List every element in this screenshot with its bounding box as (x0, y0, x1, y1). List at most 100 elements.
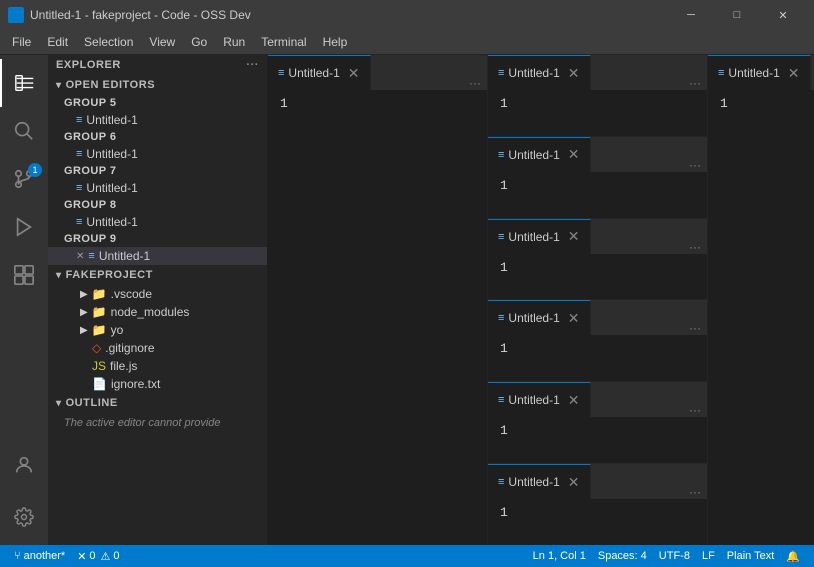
menu-edit[interactable]: Edit (39, 33, 76, 51)
tree-ignoretxt[interactable]: 📄 ignore.txt (48, 375, 267, 393)
vscode-arrow: ▶ (80, 289, 88, 300)
mini-content-1: 1 (488, 90, 707, 136)
menu-file[interactable]: File (4, 33, 39, 51)
source-control-badge: 1 (28, 163, 42, 177)
mini-tab-label-4: Untitled-1 (508, 311, 559, 325)
activity-run[interactable] (0, 203, 48, 251)
tree-gitignore[interactable]: ◇ .gitignore (48, 339, 267, 357)
menu-go[interactable]: Go (183, 33, 215, 51)
status-line-ending[interactable]: LF (696, 545, 721, 567)
mini-tab-actions-3[interactable]: ··· (689, 240, 707, 254)
mini-tab-close-1[interactable]: ✕ (568, 65, 580, 82)
activity-account[interactable] (0, 441, 48, 489)
menu-terminal[interactable]: Terminal (253, 33, 314, 51)
col1-tab-actions[interactable]: ··· (469, 76, 487, 90)
restore-button[interactable]: □ (714, 0, 760, 30)
group7-filename: Untitled-1 (86, 181, 137, 195)
group5-file[interactable]: ≡ Untitled-1 (48, 111, 267, 129)
mini-tab-close-4[interactable]: ✕ (568, 310, 580, 327)
col3-tab[interactable]: ≡ Untitled-1 ✕ (708, 55, 811, 90)
folder-icon-node-modules: 📁 (92, 305, 107, 319)
outline-header[interactable]: ▾ OUTLINE (48, 393, 267, 413)
explorer-title: EXPLORER (56, 59, 121, 71)
group9-file[interactable]: ✕ ≡ Untitled-1 (48, 247, 267, 265)
menu-view[interactable]: View (141, 33, 183, 51)
mini-tab-close-2[interactable]: ✕ (568, 146, 580, 163)
file-icon-g8: ≡ (76, 216, 82, 228)
tree-yo[interactable]: ▶ 📁 yo (48, 321, 267, 339)
mini-tab-4[interactable]: ≡ Untitled-1 ✕ (488, 300, 591, 335)
col1-tab-close[interactable]: ✕ (348, 65, 360, 82)
outline-empty-text: The active editor cannot provide (48, 413, 267, 433)
mini-content-4: 1 (488, 335, 707, 381)
project-arrow: ▾ (56, 270, 62, 281)
mini-tab-actions-6[interactable]: ··· (689, 485, 707, 499)
explorer-more-button[interactable]: ··· (246, 59, 259, 71)
status-spaces[interactable]: Spaces: 4 (592, 545, 653, 567)
warning-count: 0 (113, 550, 119, 562)
mini-tab-close-6[interactable]: ✕ (568, 474, 580, 491)
mini-tab-5[interactable]: ≡ Untitled-1 ✕ (488, 382, 591, 417)
activity-explorer[interactable] (0, 59, 48, 107)
mini-tab-icon-3: ≡ (498, 231, 504, 243)
error-count: 0 (89, 550, 95, 562)
mini-tab-2[interactable]: ≡ Untitled-1 ✕ (488, 137, 591, 172)
mini-editor-2: ≡ Untitled-1 ✕ ··· 1 (488, 137, 707, 219)
mini-tab-actions-1[interactable]: ··· (689, 76, 707, 90)
mini-tab-close-5[interactable]: ✕ (568, 392, 580, 409)
status-position[interactable]: Ln 1, Col 1 (527, 545, 592, 567)
activity-search[interactable] (0, 107, 48, 155)
activity-settings[interactable] (0, 493, 48, 541)
open-editors-header[interactable]: ▾ OPEN EDITORS (48, 75, 267, 95)
title-text: Untitled-1 - fakeproject - Code - OSS De… (30, 8, 668, 22)
title-bar: Untitled-1 - fakeproject - Code - OSS De… (0, 0, 814, 30)
group7-file[interactable]: ≡ Untitled-1 (48, 179, 267, 197)
group-7-label: GROUP 7 (48, 163, 267, 179)
close-icon-g9[interactable]: ✕ (76, 251, 84, 262)
group9-filename: Untitled-1 (99, 249, 150, 263)
app-icon (8, 7, 24, 23)
mini-tab-3[interactable]: ≡ Untitled-1 ✕ (488, 219, 591, 254)
git-branch-icon: ⑂ (14, 550, 21, 562)
mini-tab-actions-5[interactable]: ··· (689, 403, 707, 417)
explorer-header[interactable]: EXPLORER ··· (48, 55, 267, 75)
menu-run[interactable]: Run (215, 33, 253, 51)
col1-tab-label: Untitled-1 (288, 66, 339, 80)
mini-tab-actions-4[interactable]: ··· (689, 321, 707, 335)
group8-file[interactable]: ≡ Untitled-1 (48, 213, 267, 231)
activity-extensions[interactable] (0, 251, 48, 299)
minimize-button[interactable]: ─ (668, 0, 714, 30)
mini-tab-actions-2[interactable]: ··· (689, 158, 707, 172)
tree-filejs[interactable]: JS file.js (48, 357, 267, 375)
status-encoding[interactable]: UTF-8 (653, 545, 696, 567)
status-notification[interactable]: 🔔 (780, 545, 806, 567)
outline-arrow: ▾ (56, 398, 62, 409)
menu-help[interactable]: Help (315, 33, 356, 51)
gitignore-label: .gitignore (105, 341, 154, 355)
status-language[interactable]: Plain Text (721, 545, 781, 567)
mini-tab-1[interactable]: ≡ Untitled-1 ✕ (488, 55, 591, 90)
tree-node-modules[interactable]: ▶ 📁 node_modules (48, 303, 267, 321)
group-5-label: GROUP 5 (48, 95, 267, 111)
vscode-label: .vscode (111, 287, 152, 301)
status-errors[interactable]: ✕ 0 ⚠ 0 (71, 545, 125, 567)
mini-tab-bar-3: ≡ Untitled-1 ✕ ··· (488, 219, 707, 254)
status-branch[interactable]: ⑂ another* (8, 545, 71, 567)
activity-bar: 1 (0, 55, 48, 545)
mini-tab-6[interactable]: ≡ Untitled-1 ✕ (488, 464, 591, 499)
file-icon-ignoretxt: 📄 (92, 377, 107, 391)
menu-bar: File Edit Selection View Go Run Terminal… (0, 30, 814, 55)
group6-file[interactable]: ≡ Untitled-1 (48, 145, 267, 163)
col3-tab-bar: ≡ Untitled-1 ✕ ··· (708, 55, 814, 90)
col3-tab-close[interactable]: ✕ (788, 65, 800, 82)
project-header[interactable]: ▾ FAKEPROJECT (48, 265, 267, 285)
status-left: ⑂ another* ✕ 0 ⚠ 0 (8, 545, 126, 567)
mini-tab-label-1: Untitled-1 (508, 66, 559, 80)
tree-vscode[interactable]: ▶ 📁 .vscode (48, 285, 267, 303)
col1-tab[interactable]: ≡ Untitled-1 ✕ (268, 55, 371, 90)
menu-selection[interactable]: Selection (76, 33, 141, 51)
mini-tab-close-3[interactable]: ✕ (568, 228, 580, 245)
close-button[interactable]: ✕ (760, 0, 806, 30)
mini-tab-bar-1: ≡ Untitled-1 ✕ ··· (488, 55, 707, 90)
activity-source-control[interactable]: 1 (0, 155, 48, 203)
